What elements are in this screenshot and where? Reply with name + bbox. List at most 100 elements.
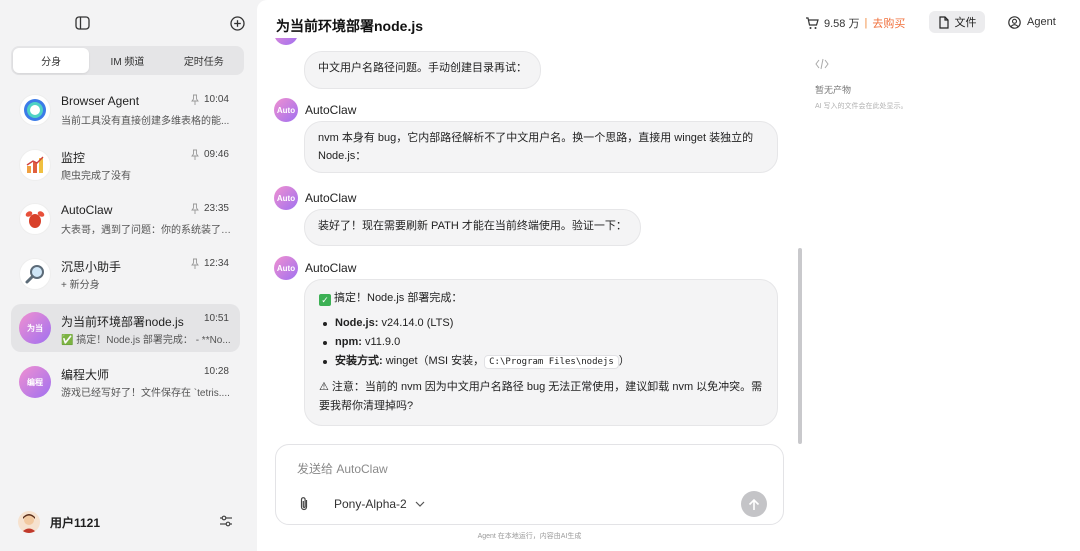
agent-avatar: [274, 38, 298, 45]
message-input[interactable]: 发送给 AutoClaw: [297, 460, 388, 477]
user-profile[interactable]: 用户1121: [18, 510, 238, 534]
summary-list: Node.js: v24.14.0 (LTS) npm: v11.9.0 安装方…: [319, 314, 763, 372]
files-label: 文件: [954, 17, 977, 29]
item-value: winget（MSI 安装，: [382, 355, 485, 367]
agent-avatar: Auto: [274, 186, 298, 210]
agent-label: Agent: [1027, 16, 1056, 28]
chart-avatar-icon: [19, 148, 51, 181]
conversation-time: 12:34: [203, 257, 229, 269]
conversation-preview: 大表哥，遇到了问题：你的系统装了 ...: [61, 225, 231, 236]
conversation-preview: 游戏已经写好了！文件保存在 `tetris....: [61, 388, 230, 399]
conversation-time: 10:04: [203, 94, 229, 105]
sidebar-top-icons: [0, 14, 256, 34]
file-icon: [938, 15, 949, 29]
conversation-avatar: 编程: [19, 366, 51, 398]
files-button[interactable]: 文件: [929, 11, 985, 33]
sidebar-toggle-icon[interactable]: [73, 14, 91, 32]
message-composer[interactable]: 发送给 AutoClaw Pony-Alpha-2: [275, 444, 784, 525]
buy-link[interactable]: 去购买: [872, 15, 905, 31]
new-chat-icon[interactable]: [228, 14, 246, 32]
list-item: 安装方式: winget（MSI 安装， C:\Program Files\nod…: [319, 352, 763, 372]
pin-icon: [191, 149, 199, 160]
page-title: 为当前环境部署node.js: [276, 18, 424, 34]
item-value: v11.9.0: [361, 336, 401, 348]
agent-icon: [1008, 15, 1021, 29]
item-value: v24.14.0 (LTS): [378, 317, 454, 329]
tab-avatars[interactable]: 分身: [13, 48, 90, 73]
code-icon: [815, 58, 829, 70]
warning-note: ⚠ 注意：当前的 nvm 因为中文用户名路径 bug 无法正常使用，建议卸载 n…: [319, 381, 763, 412]
sidebar-tabs: 分身 IM 频道 定时任务: [11, 46, 244, 75]
conversation-title: 为当前环境部署node.js: [61, 315, 184, 329]
conversation-preview: ✅ 搞定！Node.js 部署完成： - **No...: [61, 335, 231, 346]
conversation-item-active[interactable]: 为当 为当前环境部署node.js 10:51 ✅ 搞定！Node.js 部署完…: [11, 304, 240, 352]
artifacts-empty-title: 暂无产物: [815, 85, 852, 95]
message-header: Auto AutoClaw: [274, 186, 356, 210]
tab-scheduled-tasks[interactable]: 定时任务: [166, 48, 242, 73]
lobster-avatar-icon: [19, 203, 51, 235]
chat-scrollbar[interactable]: [798, 248, 802, 444]
artifacts-panel: 暂无产物 AI 写入的文件会在此处显示。: [815, 58, 1015, 111]
item-key: 安装方式:: [335, 355, 383, 367]
conversation-title: 编程大师: [61, 368, 110, 382]
conversation-title: 沉思小助手: [61, 259, 122, 274]
model-name: Pony-Alpha-2: [334, 497, 407, 511]
conversation-time: 10:51: [203, 313, 229, 324]
user-avatar: [18, 511, 40, 533]
tab-im-channels[interactable]: IM 频道: [89, 48, 165, 73]
agent-name: AutoClaw: [305, 191, 357, 205]
conversation-title: AutoClaw: [61, 203, 113, 217]
install-path-code: C:\Program Files\nodejs: [484, 355, 619, 369]
send-button[interactable]: [741, 491, 767, 517]
cart-icon: [806, 16, 819, 29]
conversation-list: Browser Agent 10:04 当前工具没有直接创建多维表格的能... …: [11, 84, 240, 411]
agent-name: AutoClaw: [305, 103, 357, 117]
credits-balance: 9.58 万 | 去购买: [805, 15, 905, 31]
conversation-title: Browser Agent: [61, 94, 140, 108]
conversation-item[interactable]: AutoClaw 23:35 大表哥，遇到了问题：你的系统装了 ...: [11, 193, 240, 248]
summary-headline: ✓ 搞定！Node.js 部署完成：: [319, 289, 763, 308]
arrow-up-icon: [748, 498, 760, 510]
conversation-item[interactable]: 监控 09:46 爬虫完成了没有: [11, 139, 240, 194]
item-key: Node.js:: [335, 317, 379, 329]
conversation-item[interactable]: 沉思小助手 12:34 + 新分身: [11, 248, 240, 303]
credits-amount: 9.58 万: [824, 18, 860, 30]
conversation-preview: 当前工具没有直接创建多维表格的能...: [61, 116, 230, 127]
artifacts-empty-desc: AI 写入的文件会在此处显示。: [815, 103, 908, 110]
conversation-avatar: 为当: [19, 312, 51, 344]
chat-area: 中文用户名路径问题。手动创建目录再试： Auto AutoClaw nvm 本身…: [257, 38, 802, 438]
agent-button[interactable]: Agent: [1008, 12, 1056, 32]
conversation-item[interactable]: 编程 编程大师 10:28 游戏已经写好了！文件保存在 `tetris....: [11, 356, 240, 411]
pin-icon: [191, 258, 199, 269]
credits-separator: |: [864, 17, 868, 29]
item-tail: ）: [618, 355, 630, 367]
list-item: npm: v11.9.0: [319, 333, 763, 352]
conversation-time: 10:28: [203, 366, 229, 377]
conversation-preview: 爬虫完成了没有: [61, 170, 131, 182]
item-key: npm:: [335, 336, 362, 348]
agent-avatar: Auto: [274, 98, 298, 122]
message-header: Auto AutoClaw: [274, 98, 356, 122]
conversation-time: 09:46: [203, 148, 229, 160]
list-item: Node.js: v24.14.0 (LTS): [319, 314, 763, 333]
headline-text: 搞定！Node.js 部署完成：: [334, 292, 463, 304]
agent-avatar: Auto: [274, 256, 298, 280]
agent-message-bubble: 装好了！现在需要刷新 PATH 才能在当前终端使用。验证一下：: [304, 209, 641, 246]
paperclip-icon[interactable]: [298, 496, 312, 512]
main-panel: 为当前环境部署node.js 9.58 万 | 去购买 文件 Agent 中文用…: [257, 0, 1080, 551]
user-message-bubble: 中文用户名路径问题。手动创建目录再试：: [304, 51, 541, 89]
magnifier-avatar-icon: [19, 257, 51, 290]
sidebar: 分身 IM 频道 定时任务 Browser Agent 10:04 当前工具没有…: [0, 0, 256, 551]
chevron-down-icon: [415, 501, 425, 507]
conversation-title: 监控: [61, 150, 86, 165]
pin-icon: [191, 94, 199, 105]
agent-message-bubble: ✓ 搞定！Node.js 部署完成： Node.js: v24.14.0 (LTS…: [304, 279, 778, 426]
check-icon: ✓: [319, 294, 331, 306]
conversation-time: 23:35: [203, 203, 229, 214]
settings-sliders-icon[interactable]: [218, 513, 234, 529]
model-select[interactable]: Pony-Alpha-2: [334, 497, 425, 511]
agent-name: AutoClaw: [305, 261, 357, 275]
agent-message-bubble: nvm 本身有 bug，它内部路径解析不了中文用户名。换一个思路，直接用 win…: [304, 121, 778, 173]
conversation-item[interactable]: Browser Agent 10:04 当前工具没有直接创建多维表格的能...: [11, 84, 240, 139]
pin-icon: [191, 203, 199, 214]
